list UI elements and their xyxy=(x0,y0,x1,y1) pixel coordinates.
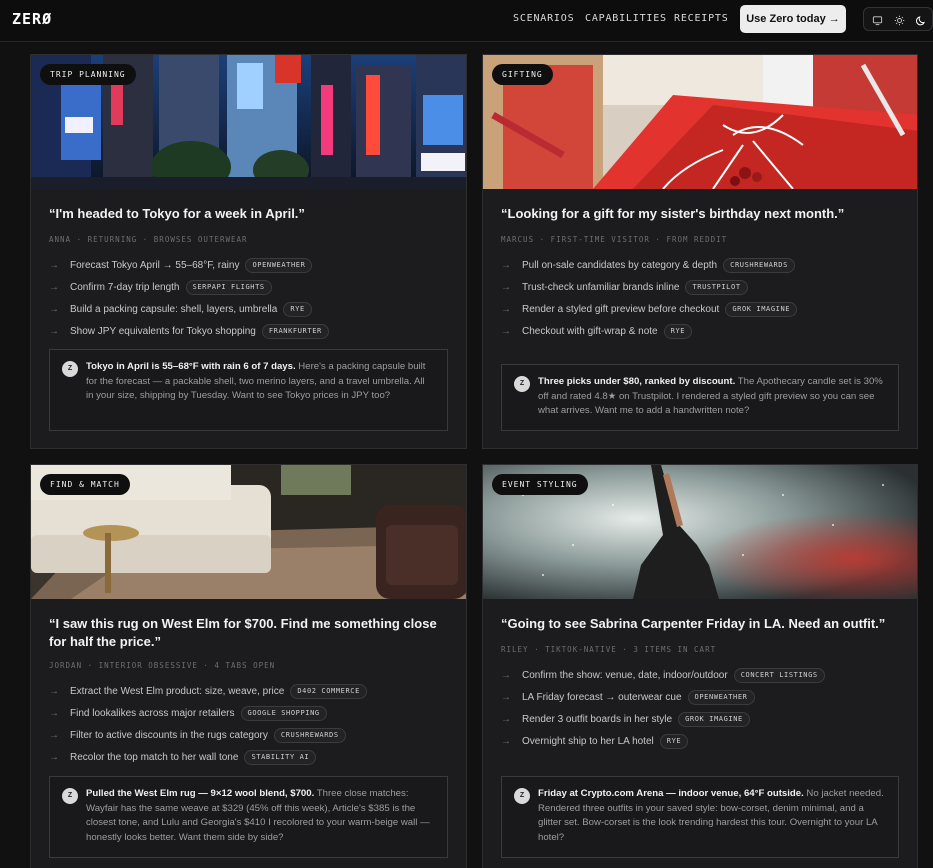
list-item: → Recolor the top match to her wall tone S… xyxy=(49,746,456,768)
persona-meta: JORDAN · INTERIOR OBSESSIVE · 4 TABS OPE… xyxy=(49,661,276,670)
agent-reply: Z Pulled the West Elm rug — 9×12 wool bl… xyxy=(49,776,448,858)
tokyo-street-image: TRIP PLANNING xyxy=(31,55,466,189)
nav-capabilities[interactable]: CAPABILITIES xyxy=(585,13,667,24)
tool-chip: GOOGLE SHOPPING xyxy=(240,705,327,721)
step-list: → Confirm the show: venue, date, indoor/o… xyxy=(501,664,907,752)
zero-avatar: Z xyxy=(514,376,530,392)
theme-switcher xyxy=(863,7,933,31)
zero-avatar: Z xyxy=(62,788,78,804)
tool-chip: STABILITY AI xyxy=(244,749,317,765)
scenario-card-event-styling[interactable]: EVENT STYLING “Going to see Sabrina Carp… xyxy=(482,464,918,868)
arrow-icon: → xyxy=(49,325,59,337)
living-room-image: FIND & MATCH xyxy=(31,465,466,599)
arrow-icon: → xyxy=(49,281,59,293)
arrow-icon: → xyxy=(501,669,511,681)
scenario-quote: “Going to see Sabrina Carpenter Friday i… xyxy=(501,616,886,631)
list-item: → Extract the West Elm product: size, wea… xyxy=(49,680,456,702)
zero-avatar: Z xyxy=(62,361,78,377)
list-item: → Checkout with gift-wrap & note RYE xyxy=(501,320,907,342)
agent-reply: Z Friday at Crypto.com Arena — indoor ve… xyxy=(501,776,899,858)
persona-meta: MARCUS · FIRST-TIME VISITOR · FROM REDDI… xyxy=(501,235,728,244)
list-item: → Show JPY equivalents for Tokyo shopping… xyxy=(49,320,456,342)
list-item: → Confirm the show: venue, date, indoor/o… xyxy=(501,664,907,686)
gift-boxes-image: GIFTING xyxy=(483,55,917,189)
category-tag: GIFTING xyxy=(492,64,553,85)
arrow-icon: → xyxy=(49,751,59,763)
list-item: → Render 3 outfit boards in her style GROK… xyxy=(501,708,907,730)
tool-chip: D402 COMMERCE xyxy=(290,683,367,699)
arrow-icon: → xyxy=(501,735,511,747)
moon-icon[interactable] xyxy=(913,12,929,28)
arrow-icon: → xyxy=(49,707,59,719)
tool-chip: RYE xyxy=(283,301,312,317)
list-item: → Build a packing capsule: shell, layers,… xyxy=(49,298,456,320)
category-tag: TRIP PLANNING xyxy=(40,64,136,85)
arrow-icon: → xyxy=(501,325,511,337)
step-list: → Pull on-sale candidates by category & d… xyxy=(501,254,907,342)
tool-chip: SERPAPI FLIGHTS xyxy=(185,279,272,295)
list-item: → Forecast Tokyo April → 55–68°F, rainy OP… xyxy=(49,254,456,276)
tool-chip: CRUSHREWARDS xyxy=(273,727,346,743)
scenario-card-trip-planning[interactable]: TRIP PLANNING “I'm headed to Tokyo for a… xyxy=(30,54,467,449)
arrow-icon: → xyxy=(49,685,59,697)
nav-scenarios[interactable]: SCENARIOS xyxy=(513,13,574,24)
scenario-card-gifting[interactable]: GIFTING “Looking for a gift for my siste… xyxy=(482,54,918,449)
tool-chip: CONCERT LISTINGS xyxy=(733,667,825,683)
arrow-icon: → xyxy=(501,713,511,725)
sun-icon[interactable] xyxy=(891,12,907,28)
scenario-quote: “Looking for a gift for my sister's birt… xyxy=(501,206,845,221)
scenario-quote: “I'm headed to Tokyo for a week in April… xyxy=(49,206,305,221)
scenario-card-find-match[interactable]: FIND & MATCH “I saw this rug on West Elm… xyxy=(30,464,467,868)
monitor-icon[interactable] xyxy=(869,12,885,28)
scenario-quote: “I saw this rug on West Elm for $700. Fi… xyxy=(49,616,437,649)
persona-meta: RILEY · TIKTOK-NATIVE · 3 ITEMS IN CART xyxy=(501,645,717,654)
logo[interactable]: ZERØ xyxy=(12,10,52,28)
tool-chip: OPENWEATHER xyxy=(687,689,755,705)
arrow-icon: → xyxy=(501,259,511,271)
list-item: → Trust-check unfamiliar brands inline TRU… xyxy=(501,276,907,298)
nav-receipts[interactable]: RECEIPTS xyxy=(674,13,729,24)
tool-chip: FRANKFURTER xyxy=(261,323,329,339)
arrow-icon: → xyxy=(501,303,511,315)
list-item: → Confirm 7-day trip length SERPAPI FLIGHT… xyxy=(49,276,456,298)
list-item: → Find lookalikes across major retailers G… xyxy=(49,702,456,724)
arrow-icon: → xyxy=(501,281,511,293)
tool-chip: RYE xyxy=(659,733,689,749)
category-tag: EVENT STYLING xyxy=(492,474,588,495)
list-item: → Filter to active discounts in the rugs … xyxy=(49,724,456,746)
use-zero-button[interactable]: Use Zero today → xyxy=(740,5,846,33)
agent-reply: Z Three picks under $80, ranked by disco… xyxy=(501,364,899,431)
arrow-icon: → xyxy=(49,729,59,741)
zero-avatar: Z xyxy=(514,788,530,804)
persona-meta: ANNA · RETURNING · BROWSES OUTERWEAR xyxy=(49,235,248,244)
tool-chip: OPENWEATHER xyxy=(245,257,313,273)
agent-reply: Z Tokyo in April is 55–68°F with rain 6 … xyxy=(49,349,448,431)
arrow-icon: → xyxy=(501,691,511,703)
list-item: → Overnight ship to her LA hotel RYE xyxy=(501,730,907,752)
list-item: → Pull on-sale candidates by category & d… xyxy=(501,254,907,276)
step-list: → Extract the West Elm product: size, wea… xyxy=(49,680,456,768)
list-item: → LA Friday forecast → outerwear cue OPENW… xyxy=(501,686,907,708)
tool-chip: TRUSTPILOT xyxy=(685,279,748,295)
list-item: → Render a styled gift preview before che… xyxy=(501,298,907,320)
arrow-icon: → xyxy=(49,303,59,315)
tool-chip: CRUSHREWARDS xyxy=(723,257,795,273)
category-tag: FIND & MATCH xyxy=(40,474,130,495)
step-list: → Forecast Tokyo April → 55–68°F, rainy OP… xyxy=(49,254,456,342)
tool-chip: GROK IMAGINE xyxy=(678,711,750,727)
arrow-icon: → xyxy=(49,259,59,271)
tool-chip: RYE xyxy=(663,323,693,339)
concert-image: EVENT STYLING xyxy=(483,465,917,599)
tool-chip: GROK IMAGINE xyxy=(725,301,798,317)
top-navigation-bar: ZERØ SCENARIOS CAPABILITIES RECEIPTS Use… xyxy=(0,0,933,42)
